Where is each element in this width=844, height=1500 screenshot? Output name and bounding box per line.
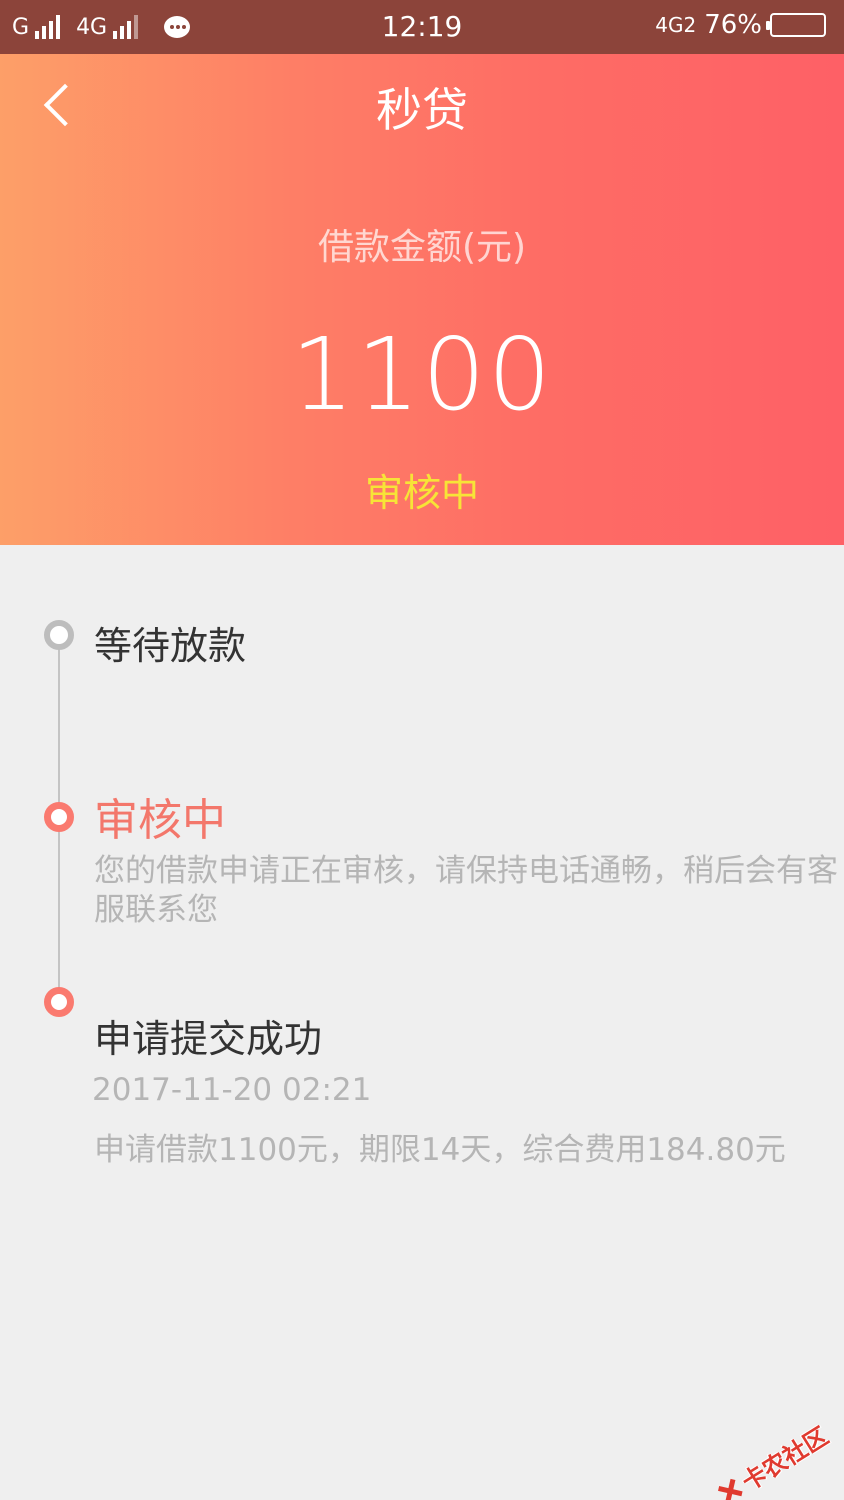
step-reviewing-title: 审核中 — [94, 795, 226, 846]
watermark-text: 卡农社区 — [737, 1421, 834, 1497]
step-waiting-title: 等待放款 — [94, 624, 247, 668]
status-bar-right: 4G2 76% — [655, 10, 826, 40]
battery-icon — [766, 13, 826, 37]
timeline-dot-pending — [44, 620, 74, 650]
page-title: 秒贷 — [376, 83, 468, 137]
step-submitted-title: 申请提交成功 — [94, 1017, 323, 1061]
loan-amount-label: 借款金额(元) — [317, 227, 527, 268]
timeline-dot-submitted — [44, 987, 74, 1017]
step-submitted-desc: 申请借款1100元，期限14天，综合费用184.80元 — [94, 1132, 786, 1168]
loan-status: 审核中 — [364, 471, 479, 515]
step-reviewing-desc: 您的借款申请正在审核，请保持电话通畅，稍后会有客服联系您 — [94, 853, 838, 928]
status-bar: G 4G 12:19 4G2 76% — [0, 0, 844, 54]
step-submitted-time: 2017-11-20 02:21 — [92, 1072, 372, 1108]
watermark: 卡农社区 — [710, 1417, 834, 1500]
battery-percent: 76% — [704, 10, 762, 40]
loan-amount-value: 1100 — [290, 316, 554, 433]
loan-header: 秒贷 借款金额(元) 1100 审核中 — [0, 54, 844, 545]
timeline-dot-reviewing — [44, 802, 74, 832]
network-type: 4G2 — [655, 13, 697, 37]
